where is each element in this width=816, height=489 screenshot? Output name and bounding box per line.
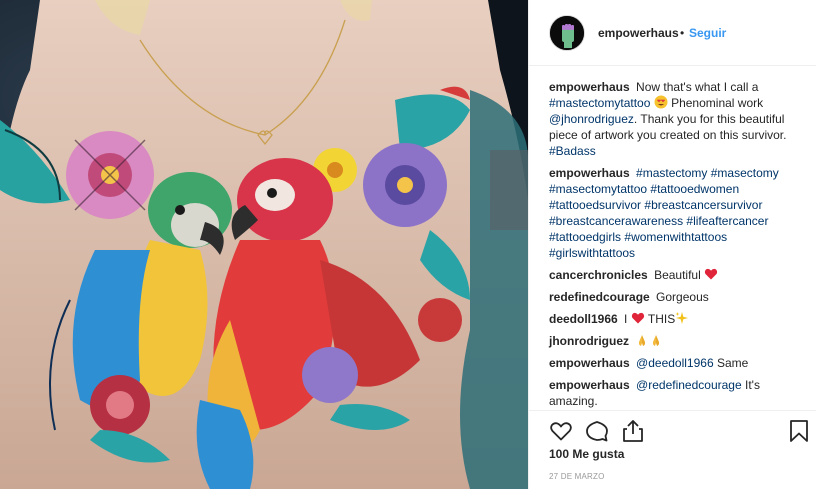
comment-username[interactable]: redefinedcourage <box>549 290 650 304</box>
purple-flower-right <box>363 143 447 227</box>
comment-text: Gorgeous <box>656 290 709 304</box>
mention-link[interactable]: @deedoll1966 <box>636 356 714 370</box>
caption: empowerhaus Now that's what I call a #ma… <box>549 79 797 159</box>
hashtag[interactable]: #womenwithtattoos <box>624 230 727 244</box>
comment-text: I <box>624 312 628 326</box>
comment-username[interactable]: jhonrodriguez <box>549 334 629 348</box>
post-author-username[interactable]: empowerhaus <box>598 26 679 40</box>
comment: redefinedcourage Gorgeous <box>549 289 797 305</box>
hashtag[interactable]: #tattooedwomen <box>650 182 739 196</box>
comment-username[interactable]: empowerhaus <box>549 356 630 370</box>
folded-hands-emoji-icon <box>653 335 660 346</box>
folded-hands-emoji-icon <box>639 335 646 346</box>
red-heart-emoji-icon <box>631 312 644 324</box>
hashtag[interactable]: #lifeaftercancer <box>686 214 768 228</box>
hashtag[interactable]: #girlswithtattoos <box>549 246 635 260</box>
likes-count[interactable]: 100 Me gusta <box>549 447 624 461</box>
post-header: empowerhaus • Seguir <box>529 0 816 66</box>
hashtag[interactable]: #breastcancerawareness <box>549 214 683 228</box>
comment-username[interactable]: cancerchronicles <box>549 268 648 282</box>
hashtag[interactable]: #masectomytattoo <box>549 182 647 196</box>
caption-text-part: Phenominal work <box>671 96 764 110</box>
tattoo-photo-illustration <box>0 0 528 489</box>
post-actions-bar <box>529 410 816 450</box>
comment-text: THIS <box>647 312 676 326</box>
comment: empowerhaus @deedoll1966 Same <box>549 355 797 371</box>
post-date[interactable]: 27 DE MARZO <box>549 472 605 481</box>
hashtag[interactable]: #mastectomytattoo <box>549 96 650 110</box>
red-heart-emoji-icon <box>704 268 718 280</box>
pink-flower-left <box>66 131 154 219</box>
comment: empowerhaus #mastectomy #masectomy #mase… <box>549 165 797 261</box>
comment-username[interactable]: deedoll1966 <box>549 312 618 326</box>
comment: cancerchronicles Beautiful <box>549 267 797 283</box>
follow-button[interactable]: Seguir <box>689 26 726 40</box>
comment-text: Beautiful <box>654 268 701 282</box>
comment-text: Same <box>716 356 749 370</box>
hashtag[interactable]: #Badass <box>549 144 596 158</box>
separator-dot: • <box>680 26 685 40</box>
hashtag[interactable]: #masectomy <box>711 166 779 180</box>
comment: deedoll1966 I THIS <box>549 311 797 327</box>
heart-eyes-emoji-icon <box>654 95 668 109</box>
caption-username[interactable]: empowerhaus <box>549 80 630 94</box>
comment-username[interactable]: empowerhaus <box>549 378 630 392</box>
mention-link[interactable]: @jhonrodriguez <box>549 112 634 126</box>
caption-text-part: Now that's what I call a <box>636 80 759 94</box>
heart-outline-icon[interactable] <box>549 419 573 443</box>
post-photo[interactable] <box>0 0 528 489</box>
avatar[interactable] <box>549 15 585 51</box>
share-icon[interactable] <box>621 419 645 443</box>
comments-list[interactable]: empowerhaus Now that's what I call a #ma… <box>529 67 816 410</box>
instagram-post-modal: empowerhaus • Seguir empowerhaus Now tha… <box>0 0 816 489</box>
mention-link[interactable]: @redefinedcourage <box>636 378 742 392</box>
hashtag[interactable]: #tattooedgirls <box>549 230 621 244</box>
raised-fist-icon <box>550 16 584 50</box>
post-side-panel: empowerhaus • Seguir empowerhaus Now tha… <box>528 0 816 489</box>
hashtag[interactable]: #breastcancersurvivor <box>644 198 762 212</box>
sparkles-emoji-icon <box>675 312 689 324</box>
hashtag[interactable]: #tattooedsurvivor <box>549 198 641 212</box>
comment: empowerhaus @redefinedcourage It's amazi… <box>549 377 797 409</box>
comment-bubble-icon[interactable] <box>585 419 609 443</box>
comment: jhonrodriguez <box>549 333 797 349</box>
bookmark-icon[interactable] <box>787 419 811 443</box>
comment-username[interactable]: empowerhaus <box>549 166 630 180</box>
hashtag[interactable]: #mastectomy <box>636 166 707 180</box>
